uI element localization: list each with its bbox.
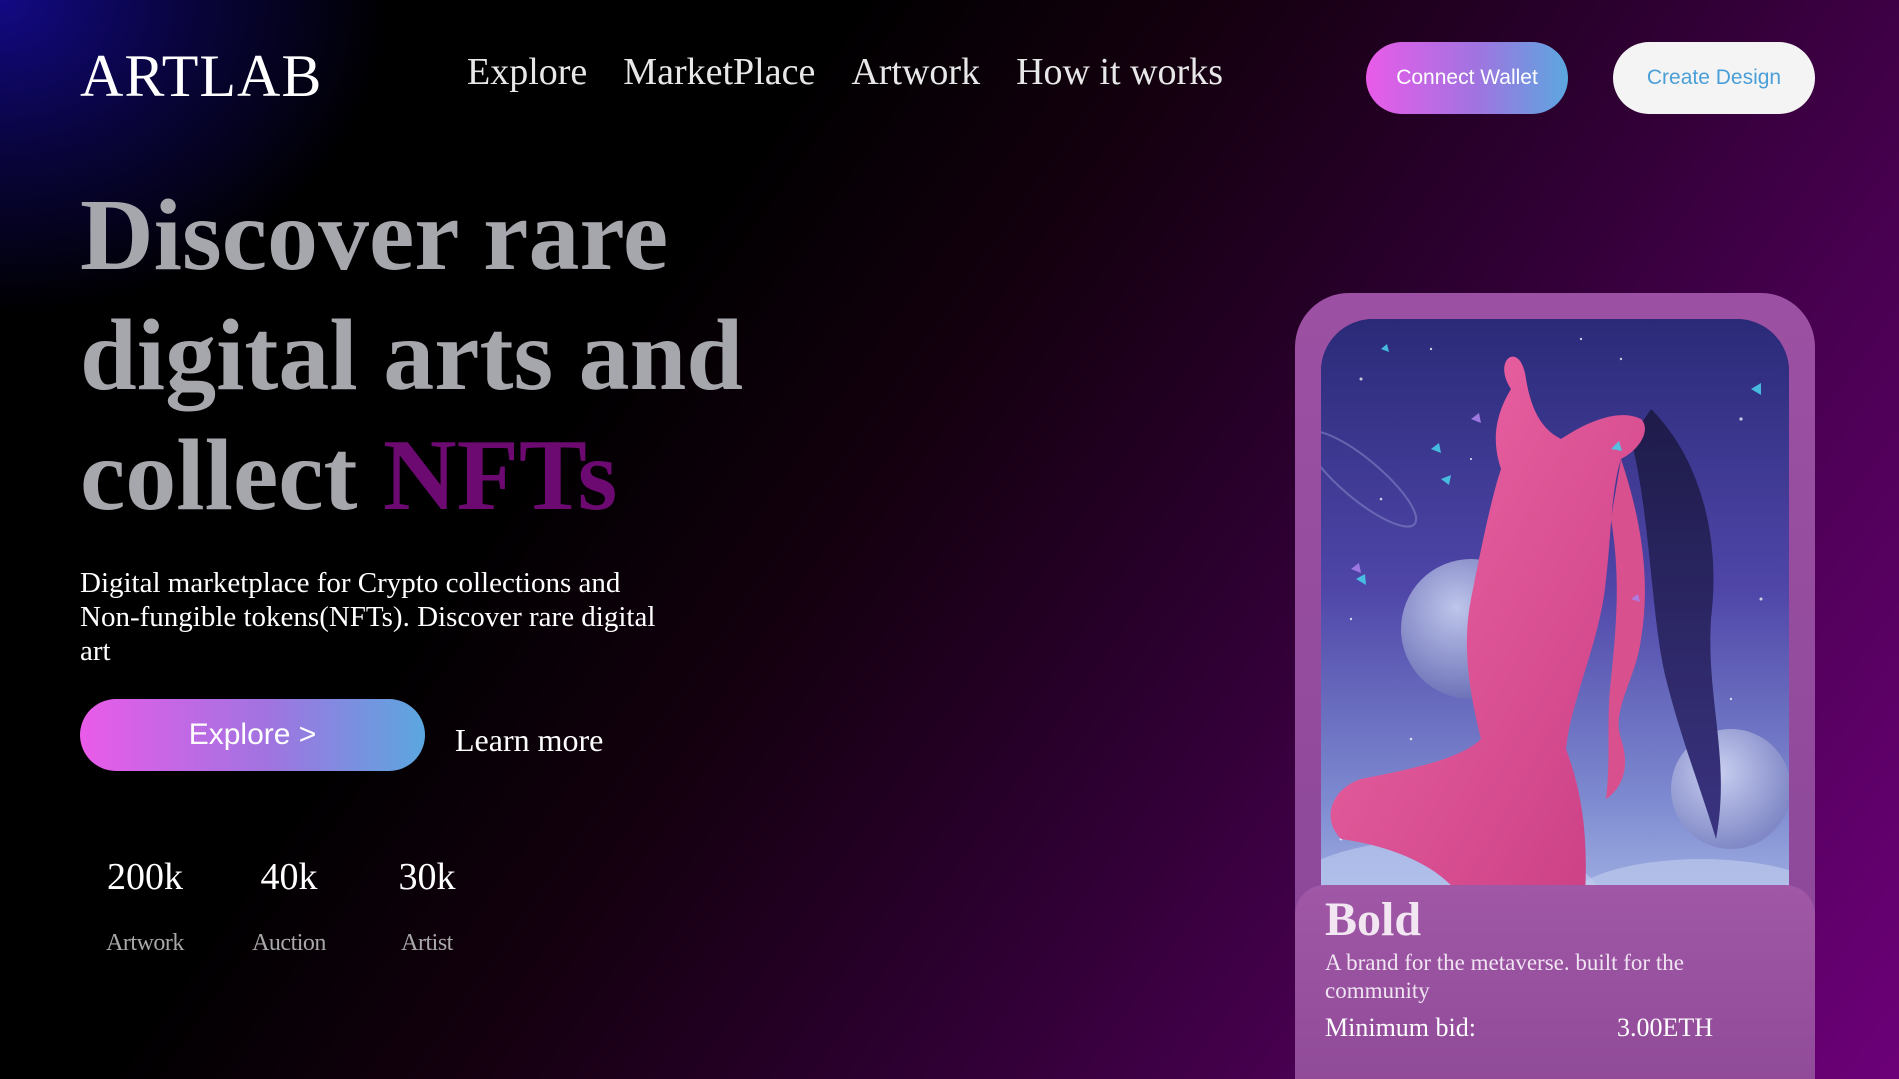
hero-title-line-1: Discover rare [80,179,669,292]
stats-row: 200k Artwork 40k Auction 30k Artist [80,855,486,957]
main-nav: Explore MarketPlace Artwork How it works [467,50,1223,94]
stat-label: Artwork [106,930,184,956]
nav-link-artwork[interactable]: Artwork [851,50,980,94]
stat-value: 40k [260,856,318,898]
nft-artwork-image [1321,319,1789,919]
hero-title: Discover rare digital arts and collect NFT… [80,176,743,536]
stat-artist: 30k Artist [368,855,486,957]
hero-title-line-3: collect [80,419,383,532]
connect-wallet-button[interactable]: Connect Wallet [1366,42,1568,114]
nav-link-explore[interactable]: Explore [467,50,587,94]
stat-label: Artist [401,930,453,956]
stat-artwork: 200k Artwork [80,855,210,957]
nft-title: Bold [1325,893,1422,946]
explore-button[interactable]: Explore > [80,699,425,771]
nft-card-info: Bold A brand for the metaverse. built fo… [1295,885,1815,1079]
minimum-bid-value: 3.00ETH [1617,1013,1714,1042]
create-design-button[interactable]: Create Design [1613,42,1815,114]
stat-value: 30k [398,856,456,898]
hero-subtitle: Digital marketplace for Crypto collectio… [80,567,656,667]
hero-title-line-2: digital arts and [80,299,744,412]
stat-auction: 40k Auction [224,855,354,957]
brand-logo[interactable]: ARTLAB [80,44,322,108]
stat-label: Auction [252,930,326,956]
nav-link-how-it-works[interactable]: How it works [1016,50,1223,94]
hero-title-accent: NFTs [382,419,618,532]
learn-more-link[interactable]: Learn more [455,722,603,758]
stat-value: 200k [107,856,183,898]
nav-link-marketplace[interactable]: MarketPlace [623,50,815,94]
minimum-bid-label: Minimum bid: [1325,1013,1476,1042]
nft-description: A brand for the metaverse. built for the… [1325,950,1684,1003]
nft-card[interactable]: Bold A brand for the metaverse. built fo… [1295,293,1815,1079]
